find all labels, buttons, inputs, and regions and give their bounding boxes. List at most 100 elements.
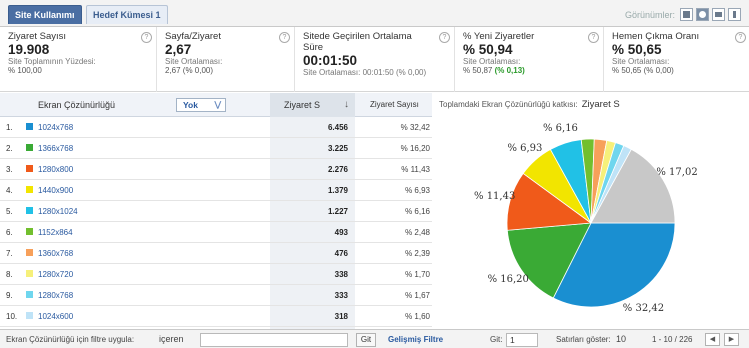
visits-value: 318 — [334, 312, 348, 321]
go-button[interactable]: Git — [356, 333, 376, 347]
tab-goal-set-1[interactable]: Hedef Kümesi 1 — [86, 5, 168, 24]
rows-per-page-select[interactable]: 10 — [616, 330, 626, 348]
pie-data-label: % 6,16 — [543, 123, 578, 134]
metric-bounce-rate: Hemen Çıkma Oranı % 50,65 Site Ortalamas… — [604, 27, 749, 92]
metric-sub: Site Ortalaması: — [165, 57, 223, 66]
legend-swatch — [26, 228, 33, 235]
legend-swatch — [26, 123, 33, 130]
help-icon[interactable]: ? — [588, 32, 599, 43]
resolution-link[interactable]: 1024x600 — [38, 306, 73, 327]
pie-data-label: % 17,02 — [656, 167, 697, 178]
legend-swatch — [26, 207, 33, 214]
legend-swatch — [26, 270, 33, 277]
pie-view-icon[interactable] — [696, 8, 709, 21]
table-row: 5. 1280x1024 1.227 % 6,16 — [0, 201, 432, 222]
visits-percent: % 2,48 — [405, 228, 430, 237]
table-row: 6. 1152x864 493 % 2,48 — [0, 222, 432, 243]
row-index: 7. — [6, 249, 13, 258]
metric-value: 19.908 — [8, 42, 50, 57]
metric-title: Hemen Çıkma Oranı — [612, 31, 700, 42]
row-index: 6. — [6, 228, 13, 237]
metric-pages-per-visit: Sayfa/Ziyaret 2,67 Site Ortalaması: 2,67… — [157, 27, 295, 92]
visits-percent: % 1,60 — [405, 312, 430, 321]
pie-data-label: % 6,93 — [507, 143, 542, 154]
help-icon[interactable]: ? — [279, 32, 290, 43]
col-visits-percent[interactable]: Ziyaret Sayısı — [370, 93, 419, 117]
help-icon[interactable]: ? — [439, 32, 450, 43]
table-row: 9. 1280x768 333 % 1,67 — [0, 285, 432, 306]
resolution-link[interactable]: 1440x900 — [38, 180, 73, 201]
metric-avg-time: Sitede Geçirilen Ortalama Süre 00:01:50 … — [295, 27, 455, 92]
visits-percent: % 1,70 — [405, 270, 430, 279]
filter-input[interactable] — [200, 333, 348, 347]
metric-sub: Site Ortalaması: 00:01:50 (% 0,00) — [303, 68, 427, 77]
legend-swatch — [26, 312, 33, 319]
secondary-dimension-select[interactable]: Yok ⋁ — [176, 98, 226, 112]
row-index: 8. — [6, 270, 13, 279]
resolution-link[interactable]: 1280x768 — [38, 285, 73, 306]
col-screen-resolution[interactable]: Ekran Çözünürlüğü — [38, 93, 115, 117]
prev-page-button[interactable]: ◀ — [705, 333, 720, 346]
metric-value: 00:01:50 — [303, 53, 358, 68]
tab-site-usage[interactable]: Site Kullanımı — [8, 5, 82, 24]
resolution-link[interactable]: 1366x768 — [38, 138, 73, 159]
row-index: 4. — [6, 186, 13, 195]
legend-swatch — [26, 165, 33, 172]
table-row: 3. 1280x800 2.276 % 11,43 — [0, 159, 432, 180]
visits-percent: % 2,39 — [405, 249, 430, 258]
resolution-link[interactable]: 1360x768 — [38, 243, 73, 264]
next-page-button[interactable]: ▶ — [724, 333, 739, 346]
metric-visits: Ziyaret Sayısı 19.908 Site Toplamının Yü… — [0, 27, 157, 92]
row-index: 3. — [6, 165, 13, 174]
metric-new-visits: % Yeni Ziyaretler % 50,94 Site Ortalamas… — [455, 27, 604, 92]
metric-sub-value: % 50,65 (% 0,00) — [612, 66, 674, 75]
visits-value: 2.276 — [327, 165, 348, 174]
pie-chart-panel: Toplamdaki Ekran Çözünürlüğü katkısı: Ziy… — [433, 93, 749, 329]
metric-sub-value: 2,67 (% 0,00) — [165, 66, 214, 75]
visits-value: 1.227 — [327, 207, 348, 216]
col-visits[interactable]: Ziyaret S ↓ — [270, 93, 355, 117]
metric-value: 2,67 — [165, 42, 192, 57]
metric-sub: Site Ortalaması: — [612, 57, 670, 66]
resolution-table: Ekran Çözünürlüğü Yok ⋁ Ziyaret S ↓ Ziya… — [0, 93, 432, 329]
rows-label: Satırları göster: — [556, 335, 611, 344]
resolution-link[interactable]: 1280x720 — [38, 264, 73, 285]
table-footer: Ekran Çözünürlüğü için filtre uygula: iç… — [0, 329, 749, 348]
metric-sub-value: % 50,87 (% 0,13) — [463, 66, 597, 75]
visits-percent: % 6,16 — [405, 207, 430, 216]
metric-title: Ziyaret Sayısı — [8, 31, 67, 42]
table-row: 4. 1440x900 1.379 % 6,93 — [0, 180, 432, 201]
pie-chart: % 32,42 % 16,20 % 11,43 % 6,93% 6,16 % 17,02 — [474, 123, 698, 314]
advanced-filter-link[interactable]: Gelişmiş Filtre — [388, 330, 443, 348]
goto-page-input[interactable] — [506, 333, 538, 347]
metric-title: % Yeni Ziyaretler — [463, 31, 535, 42]
table-row: 8. 1280x720 338 % 1,70 — [0, 264, 432, 285]
help-icon[interactable]: ? — [141, 32, 152, 43]
filter-mode[interactable]: içeren — [159, 330, 184, 348]
visits-percent: % 6,93 — [405, 186, 430, 195]
visits-value: 476 — [334, 249, 348, 258]
visits-value: 3.225 — [327, 144, 348, 153]
resolution-link[interactable]: 1152x864 — [38, 222, 73, 243]
page-range: 1 - 10 / 226 — [652, 335, 693, 344]
visits-value: 333 — [334, 291, 348, 300]
resolution-link[interactable]: 1280x1024 — [38, 201, 78, 222]
visits-value: 6.456 — [327, 123, 348, 132]
metric-sub-value-text: % 50,87 — [463, 66, 495, 75]
views-label: Görünümler: — [624, 9, 675, 20]
legend-swatch — [26, 291, 33, 298]
view-switcher: Görünümler: — [625, 7, 741, 22]
goto-label: Git: — [490, 335, 503, 344]
pie-data-label: % 11,43 — [474, 191, 515, 202]
visits-value: 1.379 — [327, 186, 348, 195]
row-index: 9. — [6, 291, 13, 300]
visits-percent: % 32,42 — [400, 123, 430, 132]
chart-metric[interactable]: Ziyaret S — [582, 99, 620, 110]
sort-desc-icon: ↓ — [344, 99, 349, 110]
resolution-link[interactable]: 1280x800 — [38, 159, 73, 180]
performance-view-icon[interactable] — [712, 8, 725, 21]
table-view-icon[interactable] — [680, 8, 693, 21]
help-icon[interactable]: ? — [735, 32, 746, 43]
comparison-view-icon[interactable] — [728, 8, 741, 21]
resolution-link[interactable]: 1024x768 — [38, 117, 73, 138]
